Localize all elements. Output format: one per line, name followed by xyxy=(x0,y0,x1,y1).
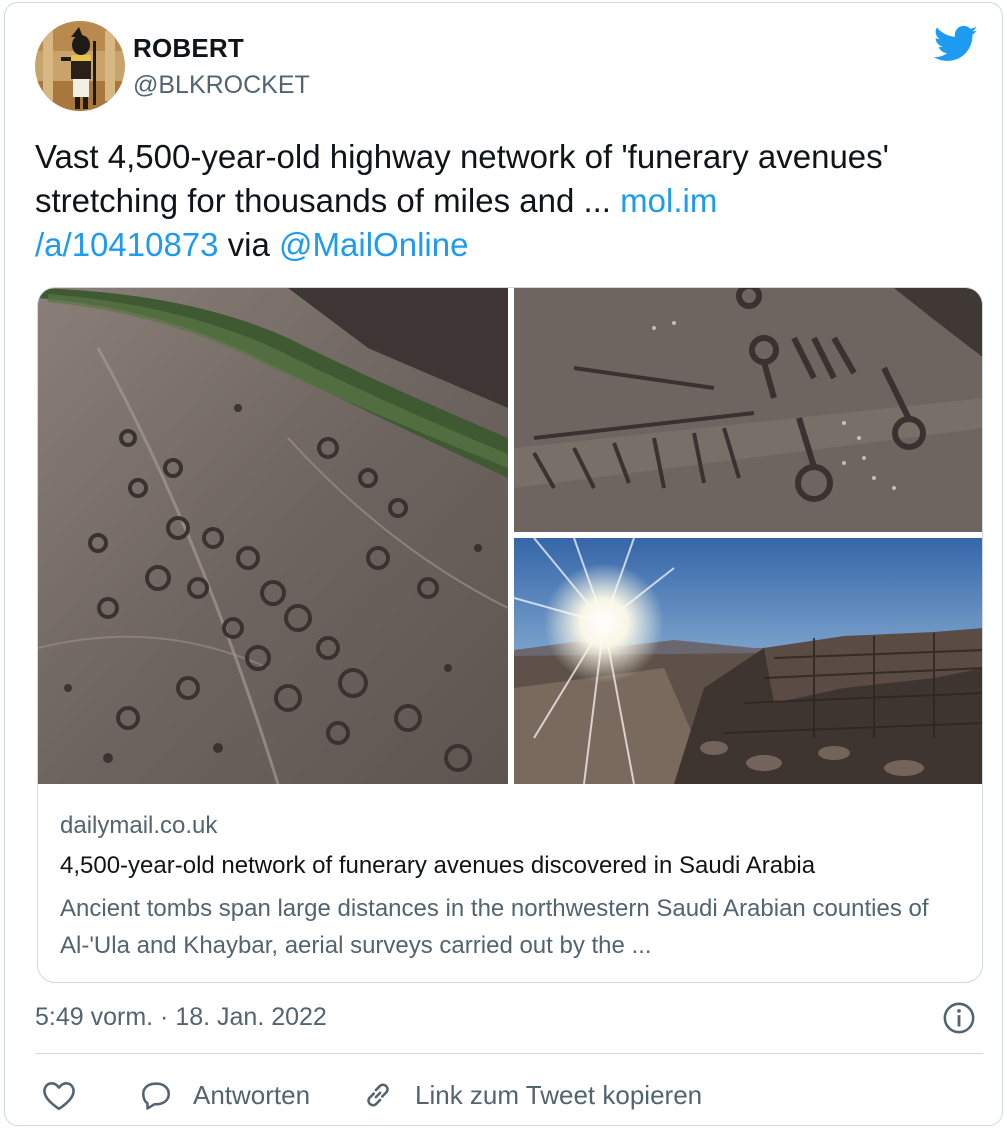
tweet-link-line2[interactable]: /a/10410873 xyxy=(35,226,219,263)
twitter-bird-icon[interactable] xyxy=(933,25,978,63)
info-icon[interactable] xyxy=(942,1001,976,1035)
author-name[interactable]: ROBERT xyxy=(133,33,244,64)
tweet-card: ROBERT @BLKROCKET Vast 4,500-year-old hi… xyxy=(4,2,1003,1126)
tweet-actions: Antworten Link zum Tweet kopieren xyxy=(35,1071,975,1119)
avatar[interactable] xyxy=(35,21,125,111)
mention-link[interactable]: @MailOnline xyxy=(279,226,468,263)
link-chain-icon xyxy=(361,1078,395,1112)
tweet-body: Vast 4,500-year-old highway network of '… xyxy=(35,138,889,219)
tweet-timestamp[interactable]: 5:49 vorm. · 18. Jan. 2022 xyxy=(35,1003,327,1032)
tomb-structures-image xyxy=(514,288,982,532)
link-card-description[interactable]: Ancient tombs span large distances in th… xyxy=(60,890,960,964)
tweet-via-text: via xyxy=(218,226,280,263)
sunset-wall-image xyxy=(514,538,982,784)
divider xyxy=(35,1053,983,1054)
aerial-tombs-image xyxy=(38,288,508,784)
link-card-domain[interactable]: dailymail.co.uk xyxy=(60,812,217,840)
tweet-text: Vast 4,500-year-old highway network of '… xyxy=(35,135,990,267)
speech-bubble-icon xyxy=(139,1079,173,1111)
copy-link-button[interactable]: Link zum Tweet kopieren xyxy=(361,1071,702,1119)
tweet-link-line1[interactable]: mol.im xyxy=(620,182,717,219)
reply-label: Antworten xyxy=(193,1079,311,1110)
reply-button[interactable]: Antworten xyxy=(139,1071,310,1119)
author-handle[interactable]: @BLKROCKET xyxy=(133,71,310,100)
copy-link-label: Link zum Tweet kopieren xyxy=(415,1079,703,1110)
link-card-media[interactable] xyxy=(38,288,982,784)
link-preview-card[interactable]: dailymail.co.uk 4,500-year-old network o… xyxy=(37,287,983,983)
heart-icon xyxy=(41,1079,77,1111)
like-button[interactable] xyxy=(41,1071,77,1119)
link-card-title[interactable]: 4,500-year-old network of funerary avenu… xyxy=(60,852,815,880)
